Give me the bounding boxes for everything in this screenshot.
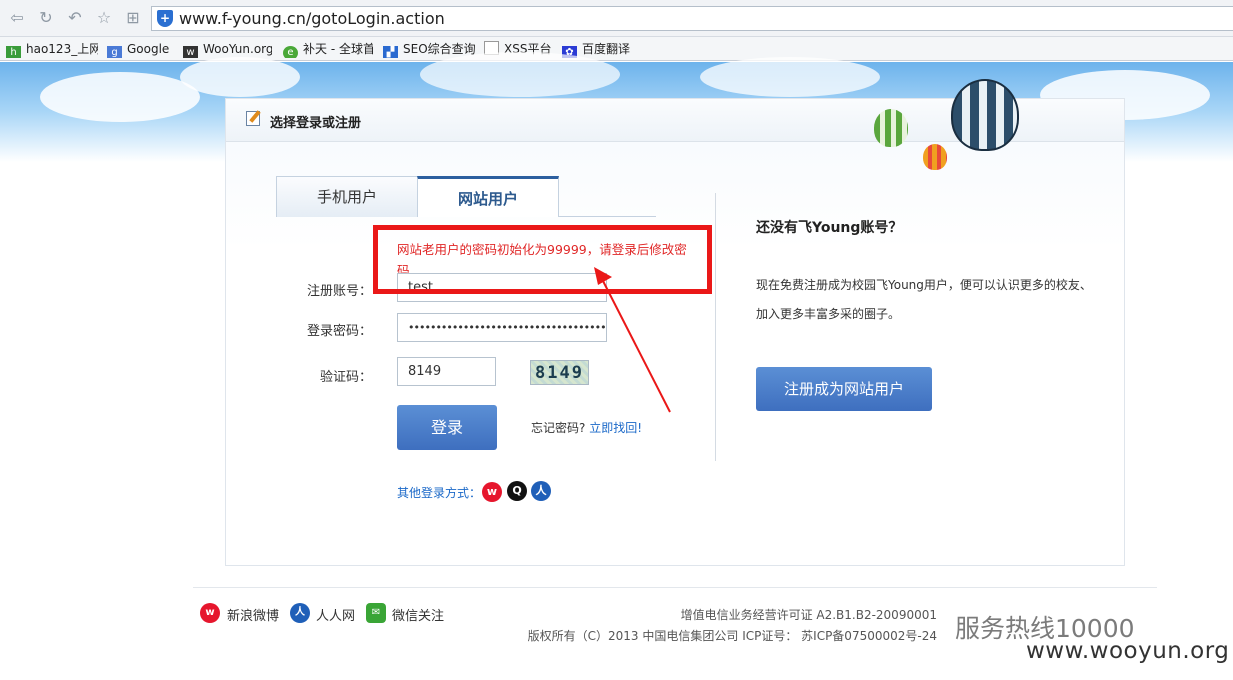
edit-icon — [246, 111, 260, 126]
renren-footer-icon: 人 — [290, 603, 310, 623]
hao123-icon: h — [6, 46, 21, 58]
watermark: www.wooyun.org — [1026, 638, 1230, 664]
back-icon[interactable]: ⇦ — [8, 9, 26, 27]
seo-icon: ▞ — [383, 46, 398, 58]
balloon-large-icon — [951, 79, 1019, 151]
register-title: 还没有飞Young账号？ — [756, 220, 903, 236]
forgot-text: 忘记密码? — [531, 421, 586, 435]
password-label: 登录密码： — [306, 324, 372, 339]
tab-mobile-user[interactable]: 手机用户 — [276, 176, 418, 217]
butian-icon: e — [283, 46, 298, 58]
wooyun-icon: w — [183, 46, 198, 58]
other-login-label: 其他登录方式： — [397, 486, 482, 500]
weibo-footer-icon: w — [200, 603, 220, 623]
refresh-icon[interactable]: ↻ — [37, 9, 55, 27]
shield-icon: + — [157, 10, 173, 27]
undo-icon[interactable]: ↶ — [66, 9, 84, 27]
account-label: 注册账号： — [306, 284, 372, 299]
bookmark-wooyun[interactable]: w WooYun.org — [183, 40, 272, 58]
forgot-password: 忘记密码? 立即找回! — [531, 419, 642, 436]
footer-link-wechat[interactable]: 微信关注 — [392, 605, 444, 624]
captcha-image[interactable]: 8149 — [530, 360, 589, 385]
copyright-text: 版权所有（C）2013 中国电信集团公司 ICP证号： 苏ICP备0750000… — [527, 629, 937, 643]
register-button[interactable]: 注册成为网站用户 — [756, 367, 932, 411]
weibo-icon[interactable]: w — [482, 482, 502, 502]
balloon-green-icon — [874, 109, 908, 147]
wechat-footer-icon: ✉ — [366, 603, 386, 623]
license-text: 增值电信业务经营许可证 A2.B1.B2-20090001 — [680, 608, 937, 622]
star-icon[interactable]: ☆ — [95, 9, 113, 27]
bookmark-butian[interactable]: e 补天 - 全球首 — [283, 40, 373, 58]
address-bar[interactable]: + www.f-young.cn/gotoLogin.action — [151, 6, 1233, 31]
bookmark-google[interactable]: g Google — [107, 40, 175, 58]
login-button[interactable]: 登录 — [397, 405, 497, 450]
footer-link-weibo[interactable]: 新浪微博 — [227, 605, 279, 624]
captcha-label: 验证码： — [319, 370, 372, 385]
tab-website-user[interactable]: 网站用户 — [417, 176, 559, 217]
annotation-arrow-icon — [594, 267, 671, 413]
register-description: 现在免费注册成为校园飞Young用户，便可以认识更多的校友、 加入更多丰富多采的… — [756, 278, 1092, 321]
password-input[interactable]: •••••••••••••••••••••••••••••••••••••• — [397, 313, 607, 342]
recover-link[interactable]: 立即找回! — [589, 421, 642, 435]
bookmark-hao123[interactable]: h hao123_上网 — [6, 40, 98, 58]
panel-divider — [715, 193, 716, 461]
footer-link-renren[interactable]: 人人网 — [316, 605, 355, 624]
bookmarks-bar: h hao123_上网 g Google w WooYun.org e 补天 - 全球首… — [0, 37, 1233, 61]
qq-icon[interactable]: Q — [507, 481, 527, 501]
google-icon: g — [107, 46, 122, 58]
url-text: www.f-young.cn/gotoLogin.action — [179, 9, 445, 28]
footer-divider — [193, 587, 1157, 588]
apps-icon[interactable]: ⊞ — [124, 9, 142, 27]
browser-toolbar: ⇦ ↻ ↶ ☆ ⊞ + www.f-young.cn/gotoLogin.act… — [0, 0, 1233, 37]
captcha-input[interactable]: 8149 — [397, 357, 496, 386]
panel-title: 选择登录或注册 — [270, 116, 362, 131]
renren-icon[interactable]: 人 — [531, 481, 551, 501]
balloon-orange-icon — [923, 144, 947, 170]
